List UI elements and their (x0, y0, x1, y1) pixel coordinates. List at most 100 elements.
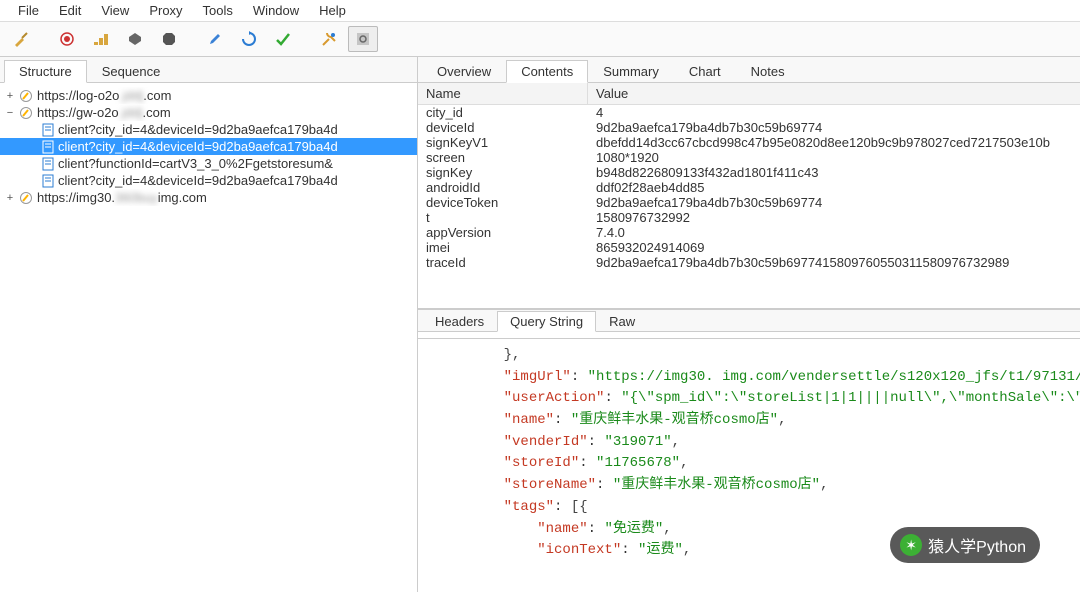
menu-tools[interactable]: Tools (193, 2, 243, 19)
table-row[interactable]: city_id4 (418, 105, 1080, 120)
tree-label: https://log-o2o.jddj.com (37, 88, 171, 103)
col-value-header: Value (588, 83, 1080, 104)
param-name: signKey (418, 165, 588, 180)
param-value: ddf02f28aeb4dd85 (588, 180, 1080, 195)
param-name: t (418, 210, 588, 225)
json-line: "storeName": "重庆鲜丰水果-观音桥cosmo店", (470, 475, 1080, 497)
validate-icon[interactable] (268, 26, 298, 52)
menu-edit[interactable]: Edit (49, 2, 91, 19)
tools-icon[interactable] (314, 26, 344, 52)
tree-host-row[interactable]: + https://img30.360buyimg.com (0, 189, 417, 206)
param-name: androidId (418, 180, 588, 195)
structure-panel: StructureSequence + https://log-o2o.jddj.… (0, 57, 418, 592)
request-icon (42, 140, 54, 154)
tree-label: client?functionId=cartV3_3_0%2Fgetstores… (58, 156, 333, 171)
settings-icon[interactable] (348, 26, 378, 52)
broom-icon[interactable] (6, 26, 36, 52)
record-icon[interactable] (52, 26, 82, 52)
tree-host-row[interactable]: + https://log-o2o.jddj.com (0, 87, 417, 104)
tree-toggle-icon[interactable]: + (4, 90, 16, 102)
table-row[interactable]: deviceToken9d2ba9aefca179ba4db7b30c59b69… (418, 195, 1080, 210)
stop-icon[interactable] (154, 26, 184, 52)
table-row[interactable]: traceId9d2ba9aefca179ba4db7b30c59b697741… (418, 255, 1080, 270)
table-row[interactable]: androidIdddf02f28aeb4dd85 (418, 180, 1080, 195)
param-value: 9d2ba9aefca179ba4db7b30c59b6977415809760… (588, 255, 1080, 270)
menu-view[interactable]: View (91, 2, 139, 19)
json-line: "tags": [{ (470, 497, 1080, 519)
wechat-icon: ✶ (900, 534, 922, 556)
table-row[interactable]: imei865932024914069 (418, 240, 1080, 255)
param-value: 4 (588, 105, 1080, 120)
sub-tabs: HeadersQuery StringRaw (418, 309, 1080, 332)
param-value: 1080*1920 (588, 150, 1080, 165)
tab-raw[interactable]: Raw (596, 311, 648, 332)
tree-label: client?city_id=4&deviceId=9d2ba9aefca179… (58, 122, 338, 137)
table-header: Name Value (418, 83, 1080, 105)
toolbar (0, 22, 1080, 57)
param-name: imei (418, 240, 588, 255)
bolt-icon (19, 191, 33, 205)
json-line: }, (470, 345, 1080, 367)
table-row[interactable]: t1580976732992 (418, 210, 1080, 225)
json-line: "userAction": "{\"spm_id\":\"storeList|1… (470, 388, 1080, 410)
param-name: screen (418, 150, 588, 165)
request-tree: + https://log-o2o.jddj.com − https://gw-o2o… (0, 83, 417, 592)
param-name: appVersion (418, 225, 588, 240)
param-name: signKeyV1 (418, 135, 588, 150)
details-panel: OverviewContentsSummaryChartNotes Name V… (418, 57, 1080, 592)
tree-label: https://img30.360buyimg.com (37, 190, 207, 205)
repeat-icon[interactable] (234, 26, 264, 52)
param-name: traceId (418, 255, 588, 270)
bolt-icon (19, 89, 33, 103)
table-row[interactable]: screen1080*1920 (418, 150, 1080, 165)
throttle-icon[interactable] (86, 26, 116, 52)
tree-request-row[interactable]: client?functionId=cartV3_3_0%2Fgetstores… (0, 155, 417, 172)
tab-structure[interactable]: Structure (4, 60, 87, 83)
tab-sequence[interactable]: Sequence (87, 60, 176, 83)
param-name: deviceId (418, 120, 588, 135)
table-row[interactable]: deviceId9d2ba9aefca179ba4db7b30c59b69774 (418, 120, 1080, 135)
param-value: 7.4.0 (588, 225, 1080, 240)
table-row[interactable]: signKeyb948d8226809133f432ad1801f411c43 (418, 165, 1080, 180)
request-icon (42, 157, 54, 171)
breakpoint-icon[interactable] (120, 26, 150, 52)
tree-request-row[interactable]: client?city_id=4&deviceId=9d2ba9aefca179… (0, 138, 417, 155)
tab-overview[interactable]: Overview (422, 60, 506, 83)
tab-summary[interactable]: Summary (588, 60, 674, 83)
param-name: city_id (418, 105, 588, 120)
tab-headers[interactable]: Headers (422, 311, 497, 332)
tree-label: https://gw-o2o.jddj.com (37, 105, 171, 120)
menu-window[interactable]: Window (243, 2, 309, 19)
param-value: 865932024914069 (588, 240, 1080, 255)
json-line: "storeId": "11765678", (470, 453, 1080, 475)
menu-file[interactable]: File (8, 2, 49, 19)
tab-notes[interactable]: Notes (736, 60, 800, 83)
tree-label: client?city_id=4&deviceId=9d2ba9aefca179… (58, 173, 338, 188)
tree-host-row[interactable]: − https://gw-o2o.jddj.com (0, 104, 417, 121)
table-row[interactable]: appVersion7.4.0 (418, 225, 1080, 240)
left-tabs: StructureSequence (0, 57, 417, 83)
tree-toggle-icon[interactable]: − (4, 107, 16, 119)
json-line: "venderId": "319071", (470, 432, 1080, 454)
params-table: Name Value city_id4deviceId9d2ba9aefca17… (418, 83, 1080, 309)
edit-icon[interactable] (200, 26, 230, 52)
tree-label: client?city_id=4&deviceId=9d2ba9aefca179… (58, 139, 338, 154)
right-tabs: OverviewContentsSummaryChartNotes (418, 57, 1080, 83)
request-icon (42, 123, 54, 137)
tab-chart[interactable]: Chart (674, 60, 736, 83)
table-row[interactable]: signKeyV1dbefdd14d3cc67cbcd998c47b95e082… (418, 135, 1080, 150)
tree-request-row[interactable]: client?city_id=4&deviceId=9d2ba9aefca179… (0, 121, 417, 138)
tree-request-row[interactable]: client?city_id=4&deviceId=9d2ba9aefca179… (0, 172, 417, 189)
param-name: deviceToken (418, 195, 588, 210)
param-value: 9d2ba9aefca179ba4db7b30c59b69774 (588, 195, 1080, 210)
tab-contents[interactable]: Contents (506, 60, 588, 83)
tree-toggle-icon[interactable]: + (4, 192, 16, 204)
json-line: "name": "重庆鲜丰水果-观音桥cosmo店", (470, 410, 1080, 432)
tab-query-string[interactable]: Query String (497, 311, 596, 332)
menu-help[interactable]: Help (309, 2, 356, 19)
col-name-header: Name (418, 83, 588, 104)
json-line: "imgUrl": "https://img30. img.com/vender… (470, 367, 1080, 389)
param-value: 1580976732992 (588, 210, 1080, 225)
menu-proxy[interactable]: Proxy (139, 2, 192, 19)
request-icon (42, 174, 54, 188)
